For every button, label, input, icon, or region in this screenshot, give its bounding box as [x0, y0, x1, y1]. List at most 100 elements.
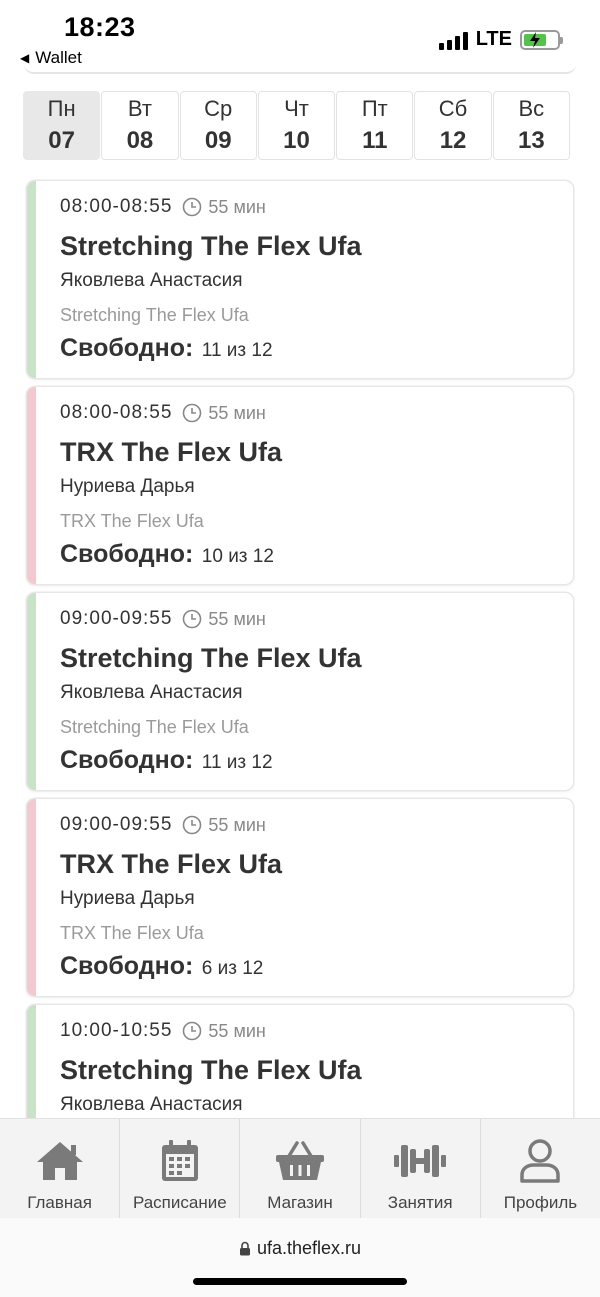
- day-selector: Пн 07 Вт 08 Ср 09 Чт 10 Пт 11 Сб 12 Вс 1…: [23, 91, 570, 160]
- session-duration: 55 мин: [208, 814, 266, 835]
- day-number: 08: [126, 126, 154, 154]
- day-tab-thu[interactable]: Чт 10: [257, 91, 336, 160]
- session-title: Stretching The Flex Ufa: [60, 231, 362, 261]
- day-tab-mon[interactable]: Пн 07: [23, 91, 101, 160]
- session-title: TRX The Flex Ufa: [60, 437, 283, 467]
- battery-icon: [520, 29, 563, 50]
- session-availability: Свободно: 11 из 12: [60, 333, 563, 367]
- profile-icon: [520, 1139, 561, 1183]
- url-text: ufa.theflex.ru: [256, 1238, 362, 1258]
- day-tab-wed[interactable]: Ср 09: [179, 91, 257, 160]
- nav-schedule[interactable]: Расписание: [120, 1119, 241, 1218]
- day-name: Пт: [361, 95, 388, 121]
- nav-classes[interactable]: Занятия: [361, 1119, 481, 1218]
- day-tab-sun[interactable]: Вс 13: [492, 91, 570, 160]
- session-list: 08:00-08:55 55 мин Stretching The Flex U…: [27, 181, 573, 1211]
- clock-icon: [183, 197, 202, 217]
- status-bar: 18:23 ◀ Wallet LTE: [0, 0, 600, 74]
- address-bar[interactable]: ufa.theflex.ru: [0, 1238, 600, 1259]
- session-availability: Свободно: 11 из 12: [60, 745, 563, 779]
- bottom-nav: Главная Расписание Магазин Занятия Профи…: [0, 1118, 600, 1218]
- clock-icon: [183, 815, 202, 835]
- signal-icon: [438, 30, 468, 50]
- session-duration: 55 мин: [208, 1020, 266, 1041]
- session-location: Stretching The Flex Ufa: [60, 717, 249, 737]
- session-card[interactable]: 08:00-08:55 55 мин Stretching The Flex U…: [27, 181, 573, 378]
- home-indicator: [193, 1278, 407, 1285]
- session-coach: Яковлева Анастасия: [60, 1094, 243, 1115]
- calendar-icon: [161, 1140, 198, 1181]
- basket-icon: [276, 1141, 324, 1180]
- nav-profile[interactable]: Профиль: [481, 1119, 600, 1218]
- day-number: 10: [283, 126, 310, 154]
- nav-shop[interactable]: Магазин: [240, 1119, 361, 1218]
- day-name: Чт: [284, 95, 309, 121]
- day-name: Пн: [47, 95, 76, 121]
- network-type: LTE: [475, 28, 512, 50]
- availability-label: Свободно:: [60, 334, 194, 362]
- availability-label: Свободно:: [60, 952, 194, 980]
- browser-url-bar: ufa.theflex.ru: [0, 1218, 600, 1297]
- session-availability: Свободно: 10 из 12: [60, 539, 563, 573]
- session-coach: Нуриева Дарья: [60, 888, 195, 909]
- session-duration: 55 мин: [208, 402, 266, 423]
- session-time: 08:00-08:55: [60, 196, 173, 217]
- availability-label: Свободно:: [60, 540, 194, 568]
- session-duration: 55 мин: [208, 608, 266, 629]
- session-time: 10:00-10:55: [60, 1020, 173, 1041]
- session-coach: Яковлева Анастасия: [60, 682, 243, 703]
- day-number: 12: [439, 126, 467, 154]
- session-duration: 55 мин: [208, 196, 266, 217]
- day-number: 07: [48, 126, 75, 154]
- session-accent: [27, 387, 36, 584]
- session-card[interactable]: 09:00-09:55 55 мин Stretching The Flex U…: [27, 593, 573, 790]
- day-tab-sat[interactable]: Сб 12: [414, 91, 492, 160]
- session-accent: [27, 799, 36, 996]
- session-title: Stretching The Flex Ufa: [60, 643, 362, 673]
- nav-label: Занятия: [387, 1193, 453, 1212]
- day-number: 11: [362, 126, 388, 154]
- session-coach: Яковлева Анастасия: [60, 270, 243, 291]
- back-arrow-icon: ◀: [20, 51, 30, 65]
- session-card[interactable]: 09:00-09:55 55 мин TRX The Flex Ufa Нури…: [27, 799, 573, 996]
- status-time: 18:23: [64, 12, 136, 42]
- session-time: 09:00-09:55: [60, 608, 173, 629]
- header-divider: [24, 64, 576, 74]
- availability-count: 10 из 12: [201, 546, 274, 567]
- nav-label: Профиль: [503, 1193, 578, 1212]
- session-coach: Нуриева Дарья: [60, 476, 195, 497]
- availability-count: 11 из 12: [201, 340, 273, 361]
- home-icon: [36, 1142, 83, 1180]
- day-name: Вт: [127, 95, 152, 121]
- session-location: TRX The Flex Ufa: [60, 511, 204, 531]
- availability-label: Свободно:: [60, 746, 194, 774]
- session-accent: [27, 181, 36, 378]
- session-title: Stretching The Flex Ufa: [60, 1055, 362, 1085]
- clock-icon: [183, 403, 202, 423]
- availability-count: 6 из 12: [201, 958, 264, 979]
- clock-icon: [183, 609, 202, 629]
- day-number: 13: [517, 126, 545, 154]
- session-card[interactable]: 08:00-08:55 55 мин TRX The Flex Ufa Нури…: [27, 387, 573, 584]
- day-tab-tue[interactable]: Вт 08: [101, 91, 179, 160]
- session-location: TRX The Flex Ufa: [60, 923, 204, 943]
- clock-icon: [183, 1021, 202, 1041]
- session-title: TRX The Flex Ufa: [60, 849, 283, 879]
- lock-icon: [239, 1241, 250, 1256]
- day-number: 09: [204, 126, 232, 154]
- nav-label: Расписание: [132, 1193, 227, 1212]
- day-name: Ср: [204, 95, 233, 121]
- session-availability: Свободно: 6 из 12: [60, 951, 563, 985]
- session-accent: [27, 593, 36, 790]
- day-name: Сб: [438, 95, 468, 121]
- nav-label: Магазин: [267, 1193, 333, 1212]
- day-name: Вс: [518, 95, 545, 121]
- session-location: Stretching The Flex Ufa: [60, 305, 249, 325]
- day-tab-fri[interactable]: Пт 11: [336, 91, 414, 160]
- nav-home[interactable]: Главная: [0, 1119, 121, 1218]
- session-time: 08:00-08:55: [60, 402, 173, 423]
- nav-label: Главная: [27, 1193, 92, 1212]
- dumbbell-icon: [394, 1145, 447, 1177]
- session-time: 09:00-09:55: [60, 814, 173, 835]
- availability-count: 11 из 12: [201, 752, 273, 773]
